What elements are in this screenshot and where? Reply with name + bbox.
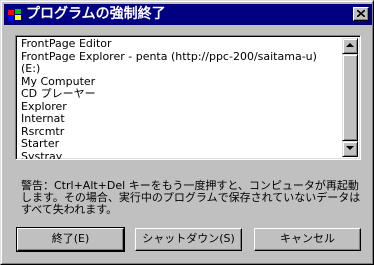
vertical-scrollbar[interactable] xyxy=(342,38,358,157)
end-task-button[interactable]: 終了(E) xyxy=(16,227,125,252)
arrow-up-icon xyxy=(346,43,354,47)
process-listbox[interactable]: FrontPage Editor FrontPage Explorer - pen… xyxy=(15,35,361,160)
arrow-down-icon xyxy=(346,146,354,150)
close-icon xyxy=(357,10,365,17)
shutdown-button[interactable]: シャットダウン(S) xyxy=(135,228,242,251)
process-list-item[interactable]: FrontPage Explorer - penta (http://ppc-2… xyxy=(21,50,339,64)
title-bar[interactable]: プログラムの強制終了 xyxy=(4,4,372,25)
window-frame: プログラムの強制終了 FrontPage Editor FrontPage Exp… xyxy=(1,1,373,264)
process-list-item[interactable]: Systray xyxy=(21,150,339,159)
scroll-thumb[interactable] xyxy=(342,54,358,141)
warning-message: 警告：Ctrl+Alt+Del キーをもう一度押すと、コンピュータが再起動します… xyxy=(21,179,361,216)
scroll-down-button[interactable] xyxy=(342,141,358,157)
process-list: FrontPage Editor FrontPage Explorer - pen… xyxy=(21,37,339,159)
process-list-item[interactable]: CD プレーヤー xyxy=(21,87,339,101)
process-list-item[interactable]: FrontPage Editor xyxy=(21,37,339,51)
process-list-item[interactable]: Explorer xyxy=(21,100,339,114)
process-list-item[interactable]: Starter xyxy=(21,137,339,151)
scroll-up-button[interactable] xyxy=(342,38,358,54)
cancel-button[interactable]: キャンセル xyxy=(254,228,361,251)
process-list-item[interactable]: (E:) xyxy=(21,62,339,76)
windows-flag-icon xyxy=(7,7,23,23)
close-button[interactable] xyxy=(353,7,369,21)
process-list-item[interactable]: Rsrcmtr xyxy=(21,125,339,139)
window-title: プログラムの強制終了 xyxy=(26,6,166,22)
process-list-item[interactable]: Internat xyxy=(21,112,339,126)
close-program-dialog: プログラムの強制終了 FrontPage Editor FrontPage Exp… xyxy=(0,0,374,265)
